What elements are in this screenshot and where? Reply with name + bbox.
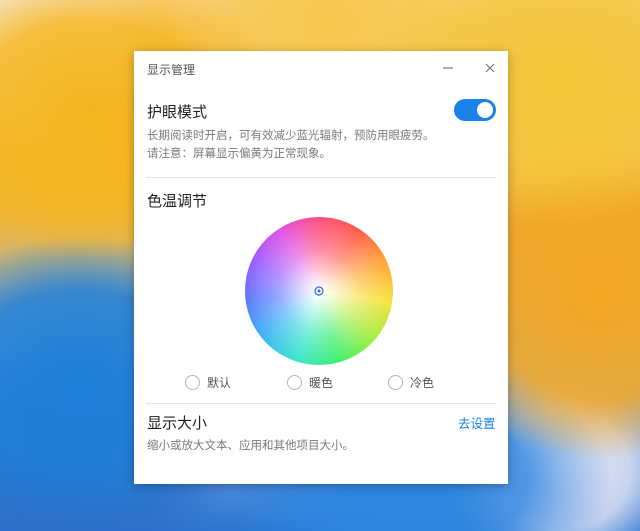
radio-label-warm: 暖色: [309, 375, 334, 390]
color-wheel[interactable]: [245, 217, 393, 365]
title-bar: 显示管理: [134, 51, 508, 87]
go-to-settings-link[interactable]: 去设置: [458, 413, 496, 432]
eye-care-description-line2: 请注意：屏幕显示偏黄为正常现象。: [147, 146, 331, 160]
display-size-description: 缩小或放大文本、应用和其他项目大小。: [147, 438, 354, 452]
radio-circle[interactable]: [388, 374, 403, 390]
minimize-icon: [443, 67, 453, 69]
target-dot-icon[interactable]: [313, 285, 325, 297]
color-temp-heading: 色温调节: [147, 192, 208, 210]
toggle-knob: [477, 102, 493, 118]
window-title: 显示管理: [147, 63, 196, 77]
radio-label-cool: 冷色: [410, 375, 435, 390]
radio-circle[interactable]: [185, 374, 200, 390]
radio-cool[interactable]: 冷色: [388, 373, 434, 391]
eye-care-toggle[interactable]: [454, 99, 496, 121]
display-management-window: 显示管理 护眼模式 长期阅读时开启，可有效减少蓝光辐射，预防用眼疲劳。 请注意：…: [134, 51, 508, 484]
radio-circle[interactable]: [287, 374, 302, 390]
close-icon: [485, 63, 495, 73]
section-divider: [146, 403, 496, 404]
section-divider: [146, 177, 496, 178]
eye-care-description-line1: 长期阅读时开启，可有效减少蓝光辐射，预防用眼疲劳。: [147, 128, 435, 142]
radio-label-default: 默认: [207, 375, 232, 390]
radio-warm[interactable]: 暖色: [287, 373, 333, 391]
radio-default[interactable]: 默认: [185, 373, 231, 391]
display-size-heading: 显示大小: [147, 414, 208, 432]
minimize-button[interactable]: [437, 57, 459, 79]
close-button[interactable]: [479, 57, 501, 79]
eye-care-heading: 护眼模式: [147, 103, 208, 121]
